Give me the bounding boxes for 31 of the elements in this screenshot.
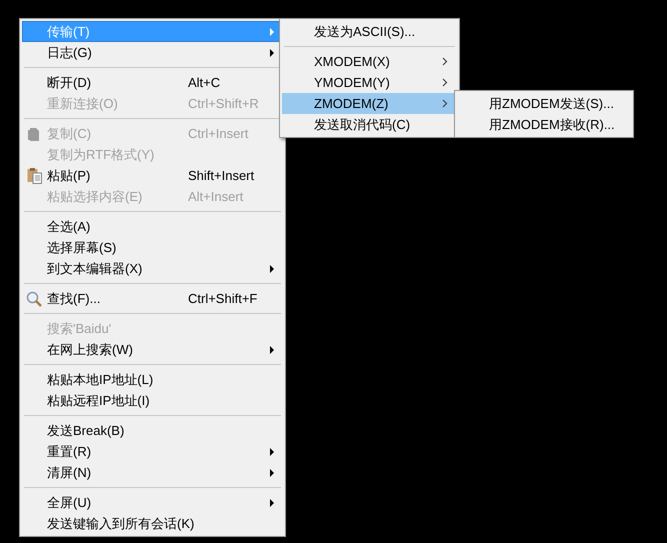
menu-item[interactable]: 重置(R) xyxy=(22,441,283,462)
menu-item[interactable]: 全选(A) xyxy=(22,216,283,237)
menu-item[interactable]: 到文本编辑器(X) xyxy=(22,258,283,279)
menu-item[interactable]: 用ZMODEM接收(R)... xyxy=(457,114,631,135)
menu-item[interactable]: YMODEM(Y) xyxy=(282,72,457,93)
shortcut-label: Ctrl+Insert xyxy=(188,127,248,140)
shortcut-label: Ctrl+Shift+R xyxy=(188,97,259,110)
menu-item[interactable]: 发送Break(B) xyxy=(22,420,283,441)
shortcut-label: Alt+Insert xyxy=(188,190,244,203)
copy-icon xyxy=(27,127,41,142)
menu-item[interactable]: 发送取消代码(C) xyxy=(282,114,457,135)
menu-item[interactable]: 用ZMODEM发送(S)... xyxy=(457,93,631,114)
menu-item[interactable]: 发送键输入到所有会话(K) xyxy=(22,513,283,534)
menu-item[interactable]: ZMODEM(Z) xyxy=(282,93,457,114)
shortcut-label: Ctrl+Shift+F xyxy=(188,292,258,305)
magnifier-icon xyxy=(26,291,42,307)
menu-item[interactable]: XMODEM(X) xyxy=(282,51,457,72)
menu-item[interactable]: 在网上搜索(W) xyxy=(22,339,283,360)
menu-item[interactable]: 查找(F)... Ctrl+Shift+F xyxy=(22,288,283,309)
shortcut-label: Shift+Insert xyxy=(188,169,254,182)
menu-item[interactable]: 发送为ASCII(S)... xyxy=(282,21,457,42)
menu-item[interactable]: 断开(D) Alt+C xyxy=(22,72,283,93)
menu-item[interactable]: 粘贴(P) Shift+Insert xyxy=(22,165,283,186)
menu-item[interactable]: 选择屏幕(S) xyxy=(22,237,283,258)
menu-item[interactable]: 全屏(U) xyxy=(22,492,283,513)
clipboard-icon xyxy=(27,168,42,184)
menu-item[interactable]: 日志(G) xyxy=(22,42,283,63)
shortcut-label: Alt+C xyxy=(188,76,220,89)
menu-item[interactable]: 粘贴本地IP地址(L) xyxy=(22,369,283,390)
menu-item[interactable]: 清屏(N) xyxy=(22,462,283,483)
menu-item[interactable]: 粘贴远程IP地址(I) xyxy=(22,390,283,411)
